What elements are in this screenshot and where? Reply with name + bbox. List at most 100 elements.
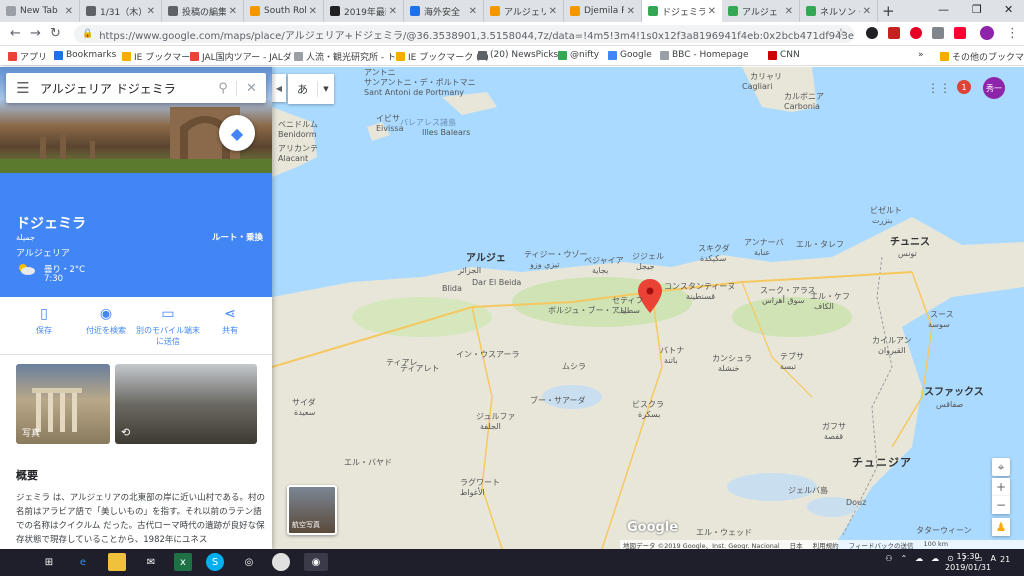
tab[interactable]: アルジェリア✕	[484, 0, 564, 22]
bookmark-label: BBC - Homepage	[672, 50, 749, 60]
apps-grid-icon[interactable]: ⋮⋮	[927, 81, 951, 95]
menu-icon[interactable]: ⋮	[1006, 26, 1019, 41]
bookmark-item[interactable]: Google	[608, 50, 652, 60]
place-country[interactable]: アルジェリア	[16, 246, 70, 259]
notification-badge[interactable]: 1	[957, 80, 971, 94]
bookmark-item[interactable]: (20) NewsPicks	[478, 50, 558, 60]
close-icon[interactable]: ✕	[708, 6, 716, 17]
bookmark-item[interactable]: アプリ	[8, 50, 47, 63]
close-icon[interactable]: ✕	[549, 6, 557, 17]
tab[interactable]: South Rob ✕	[244, 0, 324, 22]
close-icon[interactable]: ✕	[863, 6, 871, 17]
zoom-in-button[interactable]: +	[992, 478, 1010, 496]
bookmark-item[interactable]: @nifty	[558, 50, 599, 60]
new-tab-button[interactable]: +	[882, 2, 895, 20]
close-icon[interactable]: ✕	[147, 6, 155, 17]
address-bar[interactable]: 🔒 https://www.google.com/maps/place/アルジェ…	[74, 25, 854, 43]
search-nearby-button[interactable]: ◉ 付近を検索	[72, 305, 140, 337]
bookmark-item[interactable]: その他のブックマーク	[940, 50, 1024, 63]
route-label[interactable]: ルート・乗換	[212, 231, 263, 243]
collapse-panel-button[interactable]: ◀	[272, 74, 286, 102]
tab[interactable]: 海外安全 ✕	[404, 0, 484, 22]
bookmark-item[interactable]: CNN	[768, 50, 800, 60]
people-icon[interactable]: ⚇	[885, 554, 892, 563]
tab[interactable]: アルジェ ✕	[722, 0, 800, 22]
pinterest-icon[interactable]	[910, 27, 922, 39]
itunes-icon[interactable]	[272, 553, 290, 571]
avatar[interactable]: 秀一	[983, 77, 1005, 99]
skype-icon[interactable]: S	[206, 553, 224, 571]
more-bookmarks-chevron[interactable]: »	[918, 50, 924, 60]
menu-icon[interactable]: ☰	[6, 79, 40, 97]
maximize-button[interactable]: ❐	[972, 3, 982, 16]
profile-icon[interactable]	[980, 26, 994, 40]
reload-button[interactable]: ↻	[50, 26, 61, 41]
tab[interactable]: Djemila R ✕	[564, 0, 642, 22]
tab-active[interactable]: ドジェミラ ✕	[642, 0, 722, 22]
save-button[interactable]: ▯ 保存	[10, 305, 78, 337]
region-link[interactable]: 日本	[790, 540, 803, 550]
terms-link[interactable]: 利用規約	[813, 540, 839, 550]
bookmark-item[interactable]: IE ブックマーク	[122, 50, 199, 63]
search-box[interactable]: ☰ アルジェリア ドジェミラ ⚲ ✕	[6, 73, 266, 103]
ime-indicator[interactable]: A	[991, 554, 996, 563]
photos-thumbnail[interactable]: 写真	[16, 364, 110, 444]
forward-button[interactable]: →	[30, 26, 41, 41]
close-icon[interactable]: ✕	[236, 80, 266, 96]
close-icon[interactable]: ✕	[627, 6, 635, 17]
street-view-thumbnail[interactable]: ⟲	[115, 364, 257, 444]
star-icon[interactable]: ☆	[836, 26, 846, 39]
tab[interactable]: New Tab ✕	[0, 0, 80, 22]
nifty-icon	[558, 50, 567, 60]
file-explorer-icon[interactable]	[108, 553, 126, 571]
extension-icon[interactable]	[954, 27, 966, 39]
chrome-icon[interactable]: ◉	[304, 553, 328, 571]
windows-start-icon[interactable]: ⊞	[40, 553, 58, 571]
send-to-device-icon: ▭	[161, 306, 175, 322]
search-input[interactable]: アルジェリア ドジェミラ	[40, 80, 210, 97]
zoom-out-button[interactable]: −	[992, 496, 1010, 514]
action-center-badge[interactable]: 21	[1000, 555, 1010, 564]
mail-icon[interactable]: ✉	[142, 553, 160, 571]
my-location-button[interactable]: ⌖	[992, 458, 1010, 476]
bookmark-item[interactable]: Bookmarks	[54, 50, 116, 60]
cloud-icon[interactable]: ☁	[915, 554, 923, 563]
clock[interactable]: 15:30 2019/01/31	[945, 552, 991, 574]
search-icon[interactable]: ⚲	[210, 81, 236, 96]
layer-selector[interactable]: あ ▼	[288, 74, 334, 104]
bookmark-item[interactable]: 人流・観光研究所 - ト	[294, 50, 396, 63]
chevron-up-icon[interactable]: ⌃	[900, 554, 907, 563]
share-button[interactable]: ⋖ 共有	[196, 305, 264, 337]
app-icon[interactable]: ◎	[240, 553, 258, 571]
bookmark-item[interactable]: BBC - Homepage	[660, 50, 749, 60]
close-icon[interactable]: ✕	[785, 6, 793, 17]
extension-icon[interactable]	[888, 27, 900, 39]
extension-icon[interactable]	[866, 27, 878, 39]
excel-icon[interactable]: x	[174, 553, 192, 571]
onedrive-icon[interactable]: ☁	[931, 554, 939, 563]
window-close-button[interactable]: ✕	[1004, 3, 1013, 16]
directions-button[interactable]: ◆	[219, 115, 255, 151]
map-label: アントニ	[364, 68, 396, 77]
edge-icon[interactable]: e	[74, 553, 92, 571]
tab[interactable]: ネルソン・マ✕	[800, 0, 878, 22]
extension-icon[interactable]	[932, 27, 944, 39]
minimize-button[interactable]: —	[938, 3, 949, 16]
aerial-view-button[interactable]: 航空写真	[287, 485, 337, 535]
tab[interactable]: 2019年最新✕	[324, 0, 404, 22]
close-icon[interactable]: ✕	[229, 6, 237, 17]
close-icon[interactable]: ✕	[65, 6, 73, 17]
close-icon[interactable]: ✕	[309, 6, 317, 17]
bookmark-item[interactable]: JAL国内ツアー - JALダ	[190, 50, 292, 63]
pegman-icon[interactable]: ♟	[992, 518, 1010, 536]
close-icon[interactable]: ✕	[389, 6, 397, 17]
bookmark-item[interactable]: IE ブックマーク (1)	[396, 50, 489, 63]
tab[interactable]: 1/31（木） ✕	[80, 0, 162, 22]
map-canvas[interactable]: Cagliari カリャリ Carbonia カルボニア Sant Antoni…	[272, 67, 1024, 549]
send-to-device-button[interactable]: ▭ 別のモバイル端末に送信	[134, 305, 202, 347]
close-icon[interactable]: ✕	[469, 6, 477, 17]
back-button[interactable]: ←	[10, 26, 21, 41]
tab[interactable]: 投稿の編集 ✕	[162, 0, 244, 22]
map-label: サイダ	[292, 398, 316, 407]
feedback-link[interactable]: フィードバックの送信	[849, 540, 914, 550]
